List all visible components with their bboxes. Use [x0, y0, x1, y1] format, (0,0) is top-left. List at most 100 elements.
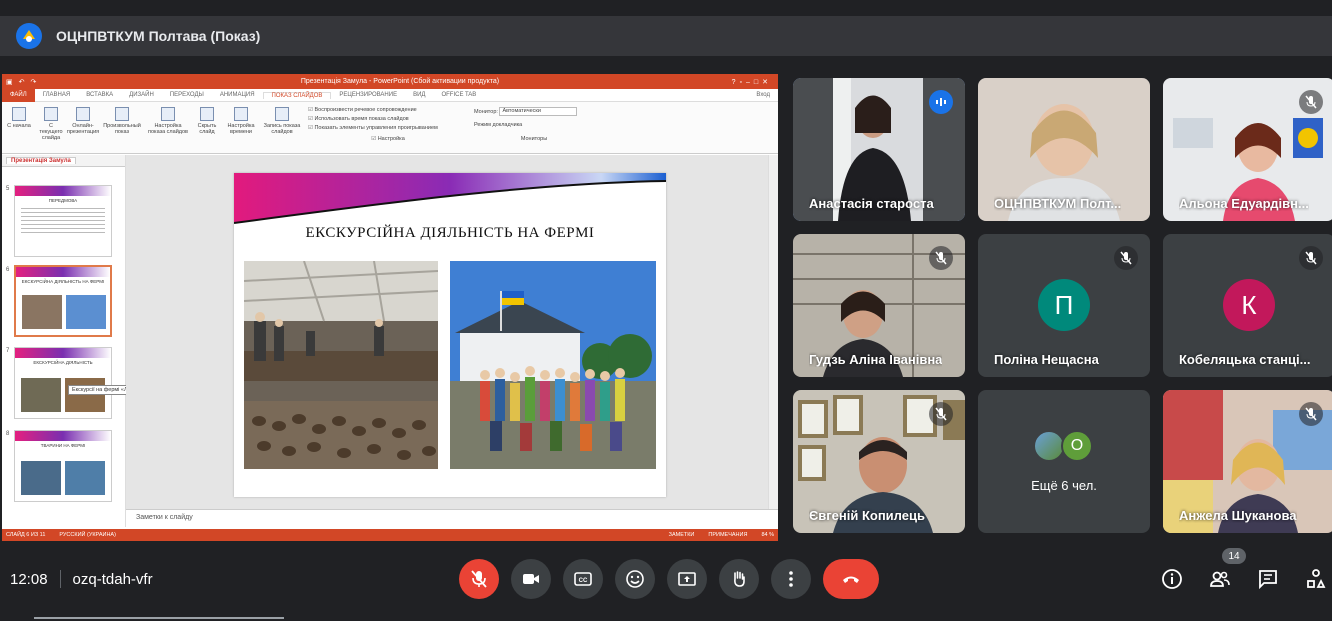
meeting-time: 12:08: [10, 570, 48, 588]
tab-file[interactable]: ФАЙЛ: [2, 88, 35, 102]
emoji-icon: [626, 570, 644, 588]
from-beginning-button[interactable]: С начала: [6, 104, 32, 151]
more-participants-label: Ещё 6 чел.: [1031, 478, 1097, 493]
thumbnail-number: 7: [6, 348, 10, 354]
camera-button[interactable]: [511, 559, 551, 599]
ribbon-tabs: ФАЙЛ ГЛАВНАЯ ВСТАВКА ДИЗАЙН ПЕРЕХОДЫ АНИ…: [2, 88, 778, 102]
quick-access-toolbar[interactable]: ▣ ↶ ↷: [2, 78, 82, 86]
from-current-button[interactable]: С текущего слайда: [38, 104, 64, 151]
presentation-title: ОЦНПВТКУМ Полтава (Показ): [56, 28, 261, 44]
present-icon: [678, 572, 696, 586]
record-show-button[interactable]: Запись показа слайдов: [262, 104, 302, 151]
setup-icon: [161, 107, 175, 121]
tab-home[interactable]: ГЛАВНАЯ: [35, 92, 79, 98]
call-controls-bar: 12:08 ozq-tdah-vfr CC: [0, 555, 1332, 603]
slide-notes[interactable]: Заметки к слайду: [126, 509, 778, 527]
mic-muted-icon: [1299, 90, 1323, 114]
use-timings-checkbox[interactable]: Использовать время показа слайдов: [308, 116, 468, 122]
meet-window: ОЦНПВТКУМ Полтава (Показ) ▣ ↶ ↷ Презента…: [0, 0, 1332, 621]
people-button[interactable]: [1206, 565, 1234, 593]
setup-show-button[interactable]: Настройка показа слайдов: [148, 104, 188, 151]
emoji-button[interactable]: [615, 559, 655, 599]
powerpoint-window-title: Презентація Замула - PowerPoint (Сбой ак…: [300, 78, 500, 85]
custom-show-button[interactable]: Произвольный показ: [102, 104, 142, 151]
captions-button[interactable]: CC: [563, 559, 603, 599]
notes-button[interactable]: ЗАМЕТКИ: [669, 532, 695, 538]
meeting-code[interactable]: ozq-tdah-vfr: [73, 571, 153, 588]
slide-thumbnails: Презентація Замула 5 ПЕРЕДМОВА 6 ЕКСКУРС…: [2, 155, 144, 527]
sign-in-link[interactable]: Вход: [748, 92, 778, 98]
powerpoint-statusbar: СЛАЙД 6 ИЗ 11 РУССКИЙ (УКРАИНА) ЗАМЕТКИ …: [2, 529, 778, 541]
participant-name: Анжела Шуканова: [1179, 508, 1297, 523]
comments-button[interactable]: ПРИМЕЧАНИЯ: [708, 532, 747, 538]
monitors-group-label: Мониторы: [520, 136, 548, 142]
mic-off-button[interactable]: [459, 559, 499, 599]
participant-tile[interactable]: Євгеній Копилець: [793, 390, 965, 533]
activities-icon: [1307, 569, 1326, 588]
slide-thumbnail-7[interactable]: ЕКСКУРСІЙНА ДІЯЛЬНІСТЬ: [14, 347, 112, 419]
svg-text:CC: CC: [579, 578, 588, 584]
undo-icon[interactable]: ↶: [19, 78, 25, 86]
online-present-button[interactable]: Онлайн-презентация: [67, 104, 99, 151]
participant-tile[interactable]: К Кобеляцька станці...: [1163, 234, 1332, 377]
info-icon: [1162, 569, 1182, 589]
slide-thumbnail-8[interactable]: ТВАРИНИ НА ФЕРМІ: [14, 430, 112, 502]
tab-transitions[interactable]: ПЕРЕХОДЫ: [162, 92, 212, 98]
more-participants-tile[interactable]: О Ещё 6 чел.: [978, 390, 1150, 533]
participant-tile[interactable]: Анжела Шуканова: [1163, 390, 1332, 533]
redo-icon[interactable]: ↷: [31, 78, 37, 86]
participant-tile[interactable]: П Поліна Нещасна: [978, 234, 1150, 377]
meeting-info-button[interactable]: [1158, 565, 1186, 593]
powerpoint-titlebar: ▣ ↶ ↷ Презентація Замула - PowerPoint (С…: [2, 74, 778, 89]
mic-muted-icon: [1299, 246, 1323, 270]
raise-hand-button[interactable]: [719, 559, 759, 599]
monitor-select[interactable]: Автоматически: [499, 107, 578, 116]
hide-slide-icon: [200, 107, 214, 121]
tab-animations[interactable]: АНИМАЦИЯ: [212, 92, 263, 98]
play-narrations-checkbox[interactable]: Воспроизвести речевое сопровождение: [308, 107, 468, 113]
present-button[interactable]: [667, 559, 707, 599]
save-icon[interactable]: ▣: [6, 78, 13, 86]
tab-view[interactable]: ВИД: [405, 92, 433, 98]
record-icon: [275, 107, 289, 121]
camera-icon: [523, 574, 539, 584]
mic-muted-icon: [1299, 402, 1323, 426]
slide-canvas: ЕКСКУРСІЙНА ДІЯЛЬНІСТЬ НА ФЕРМІ Заметки …: [126, 155, 778, 527]
meeting-details: 12:08 ozq-tdah-vfr: [10, 570, 153, 588]
participant-tile[interactable]: Гудзь Аліна Іванівна: [793, 234, 965, 377]
thumbnail-title: ЕКСКУРСІЙНА ДІЯЛЬНІСТЬ НА ФЕРМІ: [21, 279, 105, 284]
slide-decor-band: [234, 173, 666, 225]
speaking-indicator-icon: [929, 90, 953, 114]
leave-call-button[interactable]: [823, 559, 879, 599]
current-slide[interactable]: ЕКСКУРСІЙНА ДІЯЛЬНІСТЬ НА ФЕРМІ: [234, 173, 666, 497]
document-tab[interactable]: Презентація Замула: [6, 157, 76, 164]
farm-interior-photo: [244, 261, 438, 469]
language-status: РУССКИЙ (УКРАИНА): [59, 532, 116, 538]
participant-tile[interactable]: Анастасія староста: [793, 78, 965, 221]
presenter-view-checkbox[interactable]: Режим докладчика: [474, 122, 594, 128]
tab-review[interactable]: РЕЦЕНЗИРОВАНИЕ: [331, 92, 405, 98]
tab-design[interactable]: ДИЗАЙН: [121, 92, 162, 98]
participant-name: Альона Едуардівн...: [1179, 196, 1309, 211]
window-controls[interactable]: ?▫–□✕: [718, 78, 778, 86]
powerpoint-workspace: Презентація Замула 5 ПЕРЕДМОВА 6 ЕКСКУРС…: [2, 155, 778, 527]
thumbnail-number: 6: [6, 267, 10, 273]
tab-insert[interactable]: ВСТАВКА: [78, 92, 121, 98]
chat-button[interactable]: [1254, 565, 1282, 593]
participant-tile[interactable]: Альона Едуардівн...: [1163, 78, 1332, 221]
zoom-level[interactable]: 84 %: [761, 532, 774, 538]
slide-thumbnail-5[interactable]: ПЕРЕДМОВА: [14, 185, 112, 257]
tab-office-tab[interactable]: OFFICE TAB: [433, 92, 484, 98]
more-options-button[interactable]: [771, 559, 811, 599]
participant-name: Анастасія староста: [809, 196, 934, 211]
show-media-controls-checkbox[interactable]: Показать элементы управления проигрывани…: [308, 125, 468, 131]
thumbnail-title: ЕКСКУРСІЙНА ДІЯЛЬНІСТЬ: [33, 360, 93, 365]
slide-scrollbar[interactable]: [768, 155, 778, 527]
rehearse-timings-button[interactable]: Настройка времени: [226, 104, 256, 151]
participant-name: Кобеляцька станці...: [1179, 352, 1311, 367]
participant-tile[interactable]: ОЦНПВТКУМ Полт...: [978, 78, 1150, 221]
activities-button[interactable]: [1302, 565, 1330, 593]
hide-slide-button[interactable]: Скрыть слайд: [194, 104, 220, 151]
slide-thumbnail-6[interactable]: ЕКСКУРСІЙНА ДІЯЛЬНІСТЬ НА ФЕРМІ: [14, 265, 112, 337]
tab-slide-show[interactable]: ПОКАЗ СЛАЙДОВ: [262, 91, 332, 99]
